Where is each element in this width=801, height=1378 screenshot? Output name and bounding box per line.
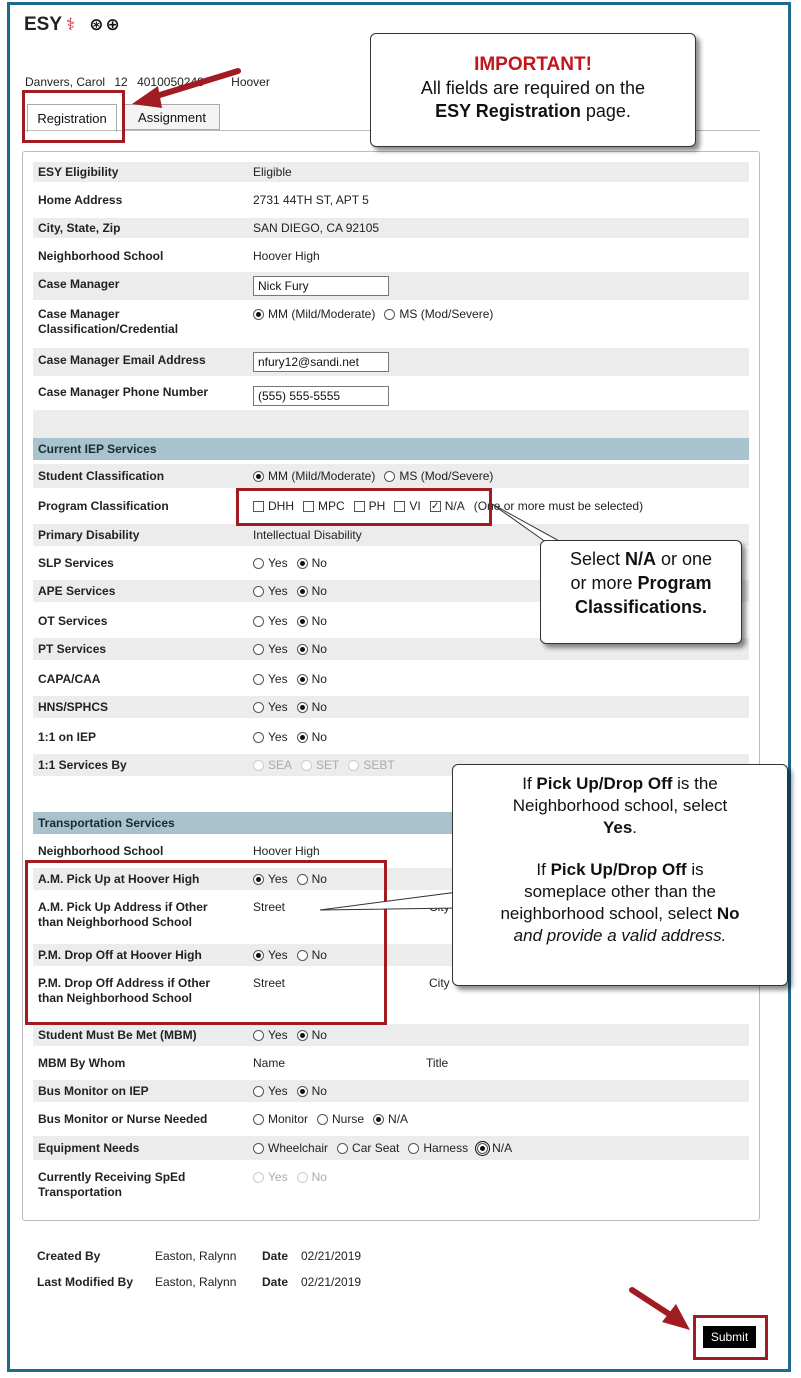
callout-bold: ESY Registration [435, 101, 581, 121]
callout-bold: Yes [602, 818, 633, 837]
callout-important-line1: All fields are required on the [420, 78, 646, 98]
arrow-to-submit [629, 1287, 675, 1319]
callout-pickup: If Pick Up/Drop Off is the Neighborhood … [452, 764, 788, 986]
callout-text: neighborhood school, select [500, 904, 717, 923]
callout-gap [453, 839, 787, 859]
callout-bold: No [716, 904, 740, 923]
callout-bold: Program [637, 573, 712, 593]
callout-text: or one [655, 549, 713, 569]
callout-text: If [536, 860, 551, 879]
callout-line: Yes. [453, 817, 787, 839]
callout-line: Select N/A or one [541, 547, 741, 571]
callout-program: Select N/A or one or more Program Classi… [540, 540, 742, 644]
arrow-to-tab [147, 68, 241, 101]
callout-italic: and provide a valid address. [513, 926, 727, 945]
callout-important-title: IMPORTANT! [474, 54, 592, 75]
callout-line: If Pick Up/Drop Off is [453, 859, 787, 881]
callout-text: page. [580, 101, 631, 121]
callout-text: If [522, 774, 537, 793]
callout-line: and provide a valid address. [453, 925, 787, 947]
callout-line: Classifications. [541, 595, 741, 619]
pointer-pickup [319, 891, 459, 911]
callout-text: is the [672, 774, 718, 793]
arrow-head-tab [132, 86, 162, 108]
callout-line: If Pick Up/Drop Off is the [453, 773, 787, 795]
callout-line: neighborhood school, select No [453, 903, 787, 925]
callout-bold: N/A [624, 549, 656, 569]
callout-bold: Classifications. [574, 597, 708, 617]
callout-important: IMPORTANT! All fields are required on th… [370, 33, 696, 147]
callout-line: or more Program [541, 571, 741, 595]
callout-text: or more [570, 573, 638, 593]
callout-line: someplace other than the [524, 882, 716, 901]
callout-bold: Pick Up/Drop Off [550, 860, 687, 879]
arrow-head-submit [662, 1304, 690, 1330]
callout-line: Neighborhood school, select [512, 796, 728, 815]
callout-text: Select [569, 549, 625, 569]
callout-text: is [686, 860, 704, 879]
callout-text: . [632, 818, 638, 837]
callout-bold: Pick Up/Drop Off [536, 774, 673, 793]
annotation-arrows [132, 68, 690, 1330]
callout-important-line2: ESY Registration page. [371, 101, 695, 122]
